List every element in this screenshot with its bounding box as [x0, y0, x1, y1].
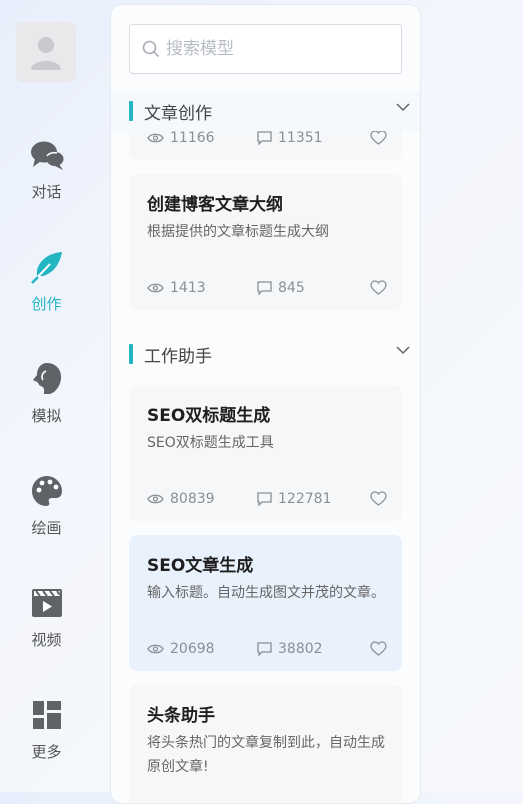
- chevron-down-icon[interactable]: [396, 346, 410, 355]
- chevron-down-icon[interactable]: [396, 103, 410, 112]
- section-title: 文章创作: [144, 103, 212, 124]
- eye-icon: [147, 644, 164, 654]
- comments-count: 11351: [278, 130, 323, 146]
- card-title: SEO双标题生成: [147, 406, 271, 426]
- views-stat: 1413: [147, 280, 206, 296]
- card-description: 将头条热门的文章复制到此，自动生成原创文章!: [147, 735, 385, 775]
- model-card[interactable]: 创建博客文章大纲 根据提供的文章标题生成大纲 1413 845: [129, 174, 402, 310]
- card-stats: 11166 11351: [147, 130, 387, 150]
- like-button[interactable]: [370, 491, 387, 506]
- views-count: 1413: [170, 280, 206, 296]
- model-card-highlighted[interactable]: SEO文章生成 输入标题。自动生成图文并茂的文章。 20698 38802: [129, 535, 402, 671]
- palette-icon: [29, 473, 65, 509]
- user-icon: [31, 37, 61, 70]
- views-count: 11166: [170, 130, 215, 146]
- card-title: 头条助手: [147, 706, 215, 726]
- card-stats: 80839 122781: [147, 491, 387, 511]
- comment-icon: [257, 642, 272, 656]
- comments-stat: 845: [257, 280, 305, 296]
- nav-item-create[interactable]: 创作: [0, 249, 93, 329]
- chat-bubbles-icon: [29, 137, 65, 173]
- section-title: 工作助手: [144, 346, 212, 367]
- card-description: SEO双标题生成工具: [147, 435, 274, 451]
- section-accent-bar: [129, 344, 133, 364]
- model-card[interactable]: 头条助手 将头条热门的文章复制到此，自动生成原创文章!: [129, 685, 402, 803]
- comment-icon: [257, 281, 272, 295]
- left-nav-rail: 对话 创作 模拟 绘画 视频 更多: [0, 0, 93, 792]
- views-stat: 11166: [147, 130, 215, 146]
- video-clapper-icon: [29, 585, 65, 621]
- nav-label: 绘画: [31, 519, 62, 537]
- comment-icon: [257, 131, 272, 145]
- heart-icon: [370, 130, 387, 145]
- card-stats: 20698 38802: [147, 641, 387, 661]
- comments-stat: 122781: [257, 491, 331, 507]
- nav-item-simulate[interactable]: 模拟: [0, 361, 93, 441]
- like-button[interactable]: [370, 280, 387, 295]
- nav-item-video[interactable]: 视频: [0, 585, 93, 665]
- heart-icon: [370, 641, 387, 656]
- eye-icon: [147, 283, 164, 293]
- card-description: 根据提供的文章标题生成大纲: [147, 224, 329, 240]
- eye-icon: [147, 494, 164, 504]
- model-list-panel: 11166 11351 文章创作 创建博客文章大纲 根据提供的文章标题生成大纲 …: [110, 4, 421, 804]
- face-profile-icon: [29, 361, 65, 397]
- nav-label: 视频: [31, 631, 62, 649]
- nav-item-more[interactable]: 更多: [0, 697, 93, 777]
- search-input[interactable]: [166, 39, 386, 59]
- heart-icon: [370, 280, 387, 295]
- nav-label: 更多: [31, 743, 62, 761]
- section-header-work[interactable]: 工作助手: [129, 334, 420, 374]
- comments-count: 38802: [278, 641, 323, 657]
- eye-icon: [147, 133, 164, 143]
- comments-count: 122781: [278, 491, 332, 507]
- card-stats: 1413 845: [147, 280, 387, 300]
- heart-icon: [370, 491, 387, 506]
- avatar[interactable]: [16, 22, 76, 82]
- search-icon: [142, 40, 160, 58]
- model-card[interactable]: SEO双标题生成 SEO双标题生成工具 80839 122781: [129, 385, 402, 521]
- section-header-article[interactable]: 文章创作: [111, 91, 420, 131]
- nav-item-draw[interactable]: 绘画: [0, 473, 93, 553]
- comments-stat: 11351: [257, 130, 323, 146]
- views-stat: 80839: [147, 491, 215, 507]
- nav-item-chat[interactable]: 对话: [0, 137, 93, 217]
- comments-count: 845: [278, 280, 305, 296]
- views-count: 80839: [170, 491, 215, 507]
- views-count: 20698: [170, 641, 215, 657]
- nav-label: 对话: [31, 183, 62, 201]
- like-button[interactable]: [370, 641, 387, 656]
- nav-label: 模拟: [31, 407, 62, 425]
- views-stat: 20698: [147, 641, 215, 657]
- feather-icon: [29, 249, 65, 285]
- like-button[interactable]: [370, 130, 387, 145]
- comments-stat: 38802: [257, 641, 323, 657]
- card-title: SEO文章生成: [147, 556, 254, 576]
- nav-label: 创作: [31, 295, 62, 313]
- search-box[interactable]: [129, 24, 402, 74]
- section-accent-bar: [129, 101, 133, 121]
- grid-dashboard-icon: [29, 697, 65, 733]
- card-title: 创建博客文章大纲: [147, 195, 283, 215]
- card-description: 输入标题。自动生成图文并茂的文章。: [147, 585, 385, 601]
- comment-icon: [257, 492, 272, 506]
